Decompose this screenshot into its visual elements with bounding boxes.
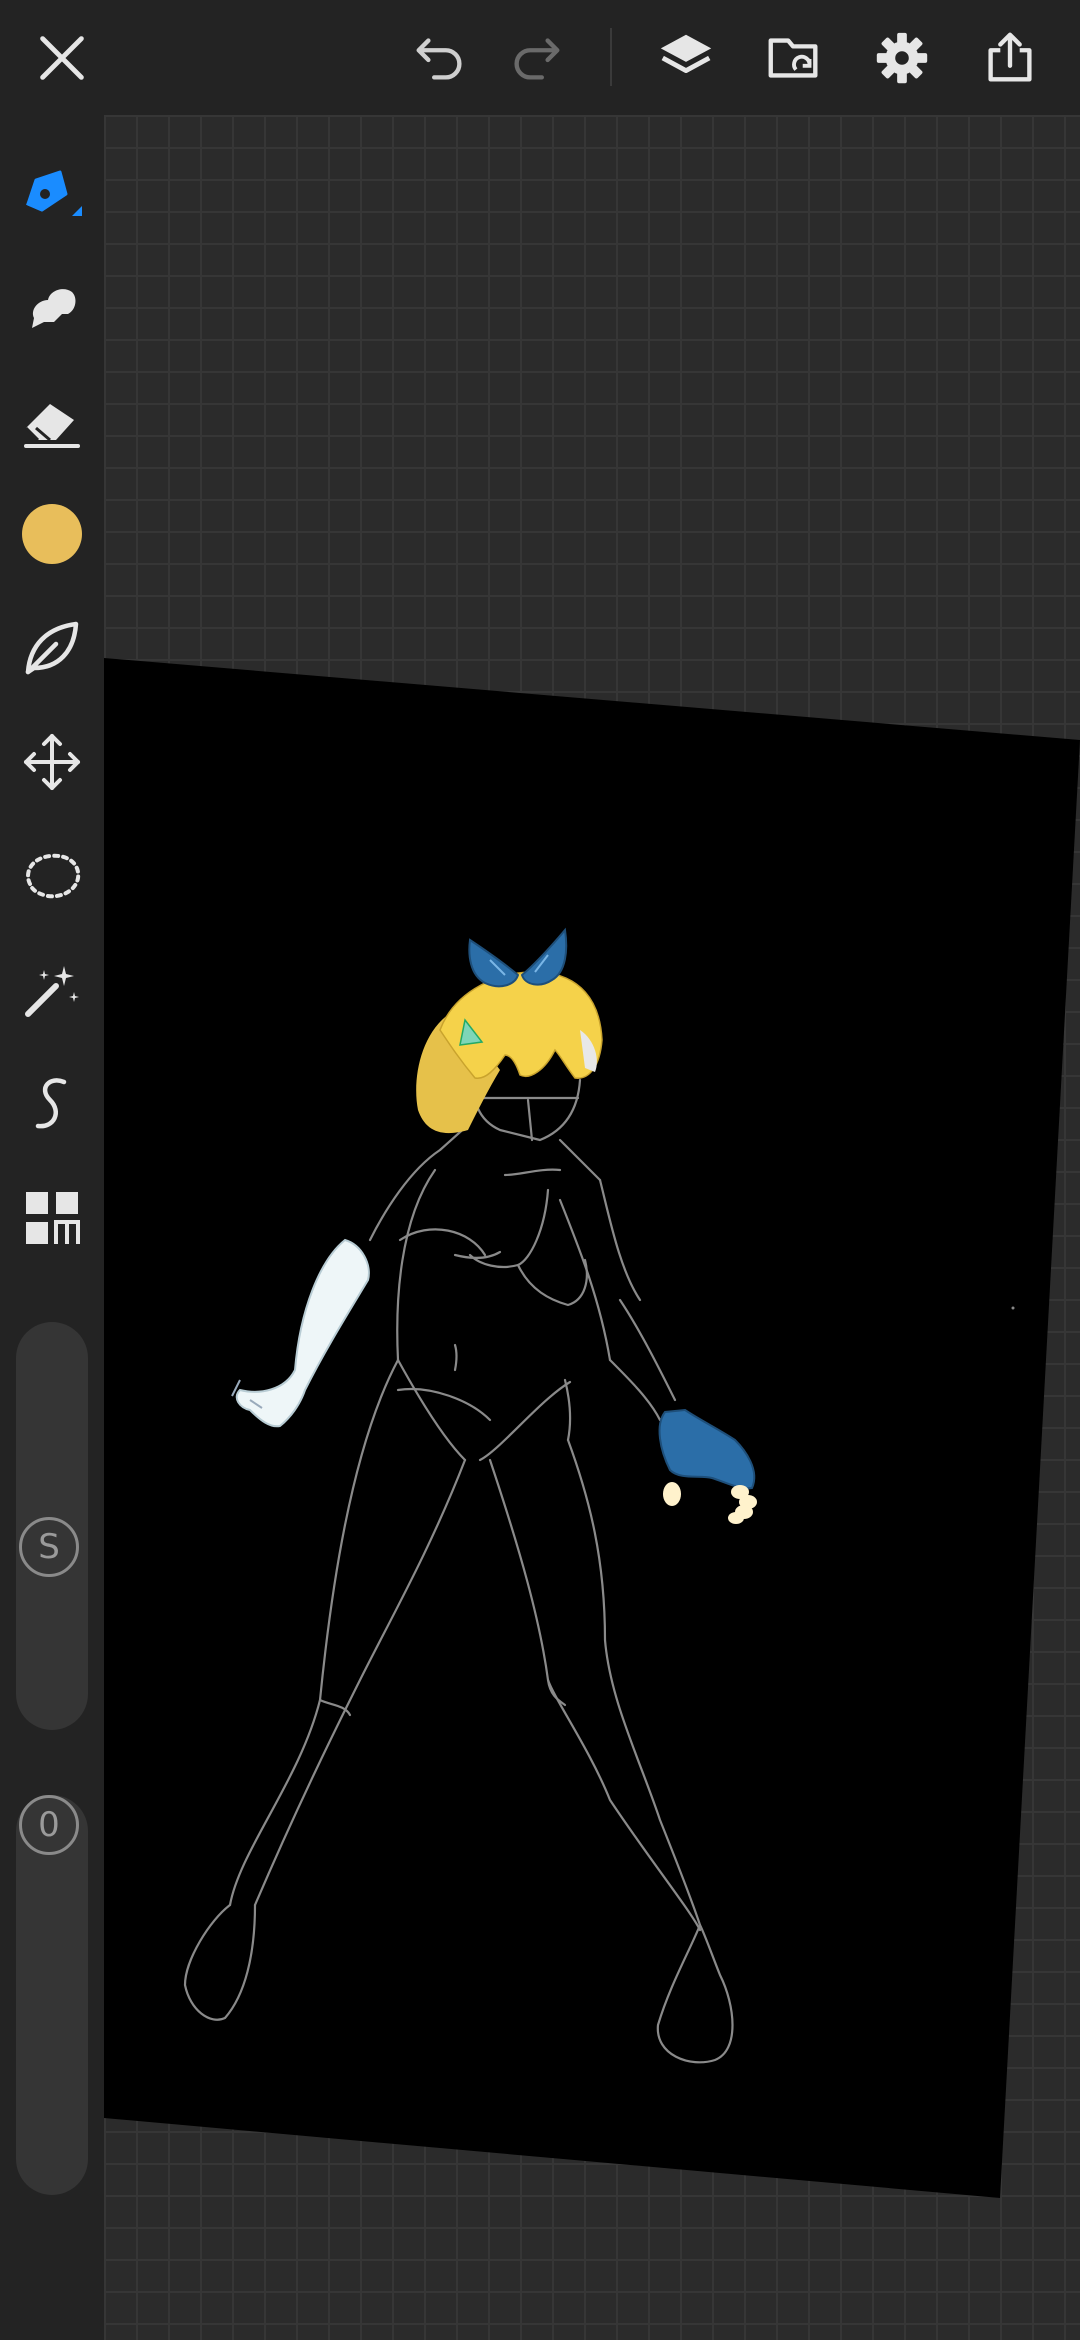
gallery-button[interactable] xyxy=(756,20,832,96)
undo-icon xyxy=(416,38,462,80)
eraser-icon xyxy=(24,404,80,448)
magic-wand-tool[interactable] xyxy=(14,952,90,1028)
layers-button[interactable] xyxy=(648,20,724,96)
folder-icon xyxy=(768,38,818,78)
canvas-page xyxy=(104,658,1080,2198)
brush-opacity-slider[interactable]: 0 xyxy=(16,1795,88,2195)
layers-icon xyxy=(660,34,712,74)
toolbar-divider xyxy=(610,28,612,86)
pen-icon xyxy=(26,170,82,216)
gear-icon xyxy=(876,32,928,84)
size-slider-label[interactable]: S xyxy=(19,1517,79,1577)
curve-icon xyxy=(35,1078,67,1129)
settings-button[interactable] xyxy=(864,20,940,96)
color-picker[interactable] xyxy=(14,496,90,572)
wand-icon xyxy=(25,966,79,1017)
close-icon xyxy=(40,36,84,80)
eraser-tool[interactable] xyxy=(14,382,90,458)
close-button[interactable] xyxy=(24,20,100,96)
more-tools[interactable] xyxy=(14,1180,90,1256)
redo-icon xyxy=(514,38,560,80)
top-toolbar xyxy=(0,0,1080,115)
selection-tool[interactable] xyxy=(14,838,90,914)
stroke-tool[interactable] xyxy=(14,1066,90,1142)
redo-button[interactable] xyxy=(498,20,574,96)
artboard[interactable] xyxy=(104,115,1080,2340)
leaf-icon xyxy=(25,621,79,675)
smudge-icon xyxy=(32,289,76,328)
canvas-area[interactable] xyxy=(104,115,1080,2340)
brush-tool[interactable] xyxy=(14,154,90,230)
grid-icon xyxy=(26,1192,80,1244)
move-icon xyxy=(24,734,80,790)
lasso-icon xyxy=(26,853,81,899)
brush-library[interactable] xyxy=(14,610,90,686)
undo-button[interactable] xyxy=(402,20,478,96)
export-button[interactable] xyxy=(972,20,1048,96)
brush-size-slider[interactable]: S xyxy=(16,1322,88,1730)
color-swatch xyxy=(22,504,82,564)
transform-tool[interactable] xyxy=(14,724,90,800)
smudge-tool[interactable] xyxy=(14,268,90,344)
share-icon xyxy=(988,32,1032,82)
opacity-slider-label[interactable]: 0 xyxy=(19,1795,79,1855)
